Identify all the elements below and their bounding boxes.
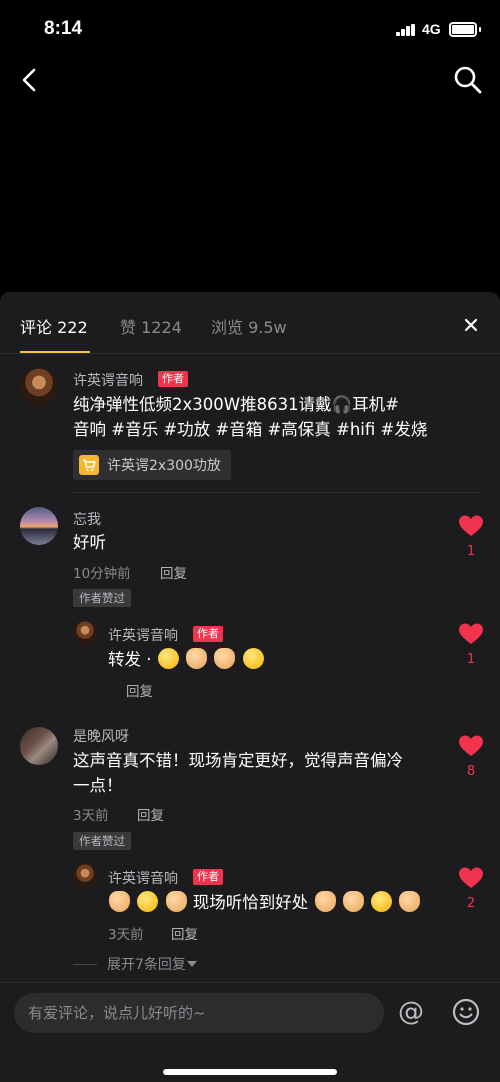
author-badge: 作者 bbox=[193, 626, 223, 642]
shocked-emoji bbox=[242, 648, 264, 669]
comment-input-bar: @ bbox=[0, 982, 500, 1082]
avatar[interactable] bbox=[20, 507, 58, 545]
like-count: 8 bbox=[466, 764, 476, 779]
cellular-signal-icon bbox=[396, 24, 416, 36]
mention-button[interactable]: @ bbox=[398, 997, 424, 1027]
post-text: 纯净弹性低频2x300W推8631请戴🎧耳机# 音响 #音乐 #功放 #音箱 #… bbox=[73, 392, 473, 442]
heart-icon bbox=[459, 735, 483, 756]
comment-input[interactable] bbox=[14, 993, 384, 1033]
clap-emoji bbox=[314, 891, 336, 912]
pray-emoji bbox=[342, 891, 364, 912]
tab-likes[interactable]: 赞 1224 bbox=[120, 314, 182, 338]
avatar[interactable] bbox=[73, 621, 97, 645]
like-count: 1 bbox=[466, 652, 476, 667]
product-label: 许英谔2x300功放 bbox=[107, 458, 221, 474]
tab-views[interactable]: 浏览 9.5w bbox=[211, 314, 287, 338]
product-link[interactable]: 许英谔2x300功放 bbox=[73, 450, 231, 480]
search-button[interactable] bbox=[452, 64, 484, 96]
clap-emoji bbox=[214, 648, 236, 669]
chevron-left-icon bbox=[22, 68, 36, 92]
reply-text: 现场听恰到好处 bbox=[108, 890, 421, 915]
back-button[interactable] bbox=[16, 64, 44, 96]
avatar[interactable] bbox=[73, 864, 97, 888]
divider bbox=[73, 492, 480, 493]
like-button[interactable]: 2 bbox=[456, 866, 486, 911]
reply-username[interactable]: 许英谔音响 bbox=[108, 625, 178, 645]
handshake-emoji bbox=[109, 891, 130, 912]
reply-text: 转发 · bbox=[108, 647, 265, 672]
reply-button[interactable]: 回复 bbox=[160, 562, 187, 582]
active-tab-indicator bbox=[20, 351, 90, 353]
close-button[interactable] bbox=[460, 314, 482, 336]
expand-replies-button[interactable]: 展开7条回复 bbox=[73, 954, 198, 974]
grin-emoji bbox=[157, 648, 179, 669]
comment-time: 3天前 bbox=[73, 808, 109, 824]
author-liked-badge: 作者赞过 bbox=[73, 832, 131, 850]
post-username[interactable]: 许英谔音响 bbox=[73, 370, 143, 390]
comment-sheet: 评论 222 赞 1224 浏览 9.5w 许英谔音响 作者 纯净弹性低频2x3… bbox=[0, 292, 500, 1082]
reply-time: 3天前 bbox=[108, 927, 144, 943]
like-button[interactable]: 1 bbox=[456, 514, 486, 559]
author-liked-badge: 作者赞过 bbox=[73, 589, 131, 607]
tab-comments[interactable]: 评论 222 bbox=[20, 314, 88, 338]
status-bar: 8:14 4G bbox=[0, 0, 500, 60]
shocked-emoji bbox=[137, 891, 159, 912]
emoji-button[interactable] bbox=[452, 998, 480, 1026]
like-button[interactable]: 1 bbox=[456, 622, 486, 667]
comment-text: 这声音真不错！现场肯定更好，觉得声音偏冷 一点！ bbox=[73, 751, 403, 795]
comment-tabs: 评论 222 赞 1224 浏览 9.5w bbox=[0, 292, 500, 354]
search-icon bbox=[454, 66, 482, 94]
comment-text: 好听 bbox=[73, 533, 106, 552]
reply-username[interactable]: 许英谔音响 bbox=[108, 868, 178, 888]
network-type: 4G bbox=[422, 21, 441, 37]
reply-button[interactable]: 回复 bbox=[137, 804, 164, 824]
like-count: 2 bbox=[466, 896, 476, 911]
like-button[interactable]: 8 bbox=[456, 734, 486, 779]
post-text-line: 纯净弹性低频2x300W推8631请戴🎧耳机# bbox=[73, 395, 399, 414]
comment-username[interactable]: 是晚风呀 bbox=[73, 726, 129, 746]
post-text-line-hashtags[interactable]: 音响 #音乐 #功放 #音箱 #高保真 #hifi #发烧 bbox=[73, 417, 473, 442]
close-icon bbox=[464, 318, 478, 332]
comment-username[interactable]: 忘我 bbox=[73, 509, 101, 529]
home-indicator bbox=[163, 1069, 337, 1075]
smiley-icon bbox=[452, 998, 480, 1026]
status-time: 8:14 bbox=[44, 18, 83, 39]
at-icon: @ bbox=[398, 997, 424, 1027]
caret-down-icon bbox=[186, 961, 197, 967]
battery-icon bbox=[449, 22, 477, 37]
heart-icon bbox=[459, 623, 483, 644]
handshake-emoji bbox=[399, 891, 421, 912]
author-badge: 作者 bbox=[158, 371, 188, 387]
like-count: 1 bbox=[466, 544, 476, 559]
comment-time: 10分钟前 bbox=[73, 566, 131, 582]
shopping-cart-icon bbox=[79, 455, 99, 475]
reply-button[interactable]: 回复 bbox=[171, 923, 198, 943]
thumbs-up-emoji bbox=[186, 648, 207, 669]
author-badge: 作者 bbox=[193, 869, 223, 885]
avatar[interactable] bbox=[20, 368, 58, 406]
thumbs-up-emoji bbox=[165, 891, 187, 912]
heart-icon bbox=[459, 867, 483, 888]
shocked-emoji bbox=[371, 891, 392, 912]
heart-icon bbox=[459, 515, 483, 536]
avatar[interactable] bbox=[20, 727, 58, 765]
reply-button[interactable]: 回复 bbox=[126, 680, 153, 700]
